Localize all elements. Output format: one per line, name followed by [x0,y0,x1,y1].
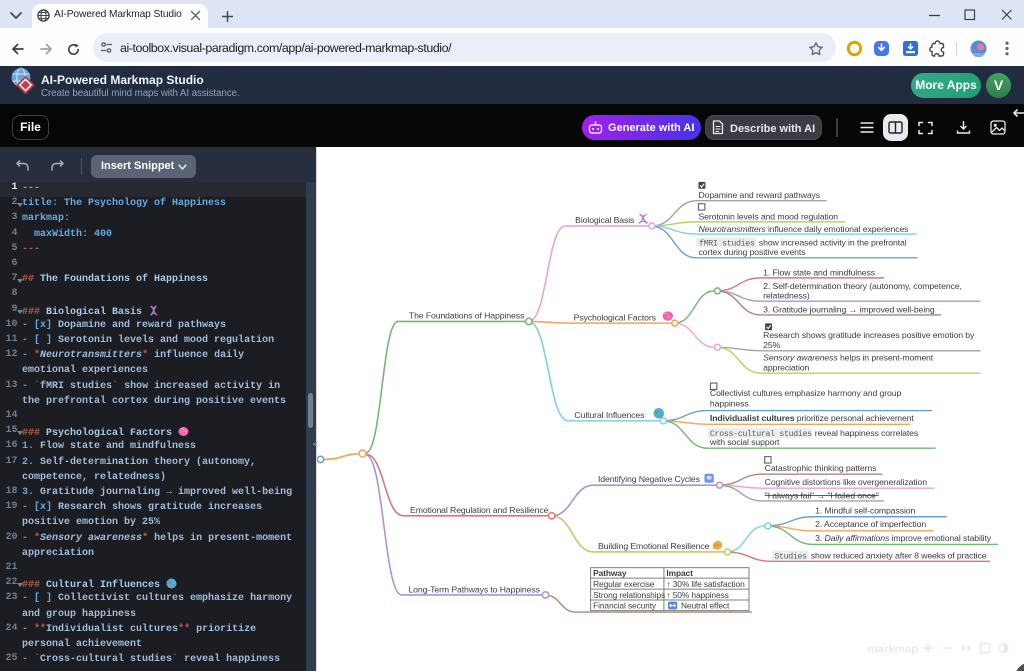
svg-text:Psychological Factors: Psychological Factors [574,312,657,322]
svg-text:happiness: happiness [710,398,749,408]
svg-text:Neurotransmitters influence da: Neurotransmitters influence daily emotio… [698,224,909,234]
svg-text:Identifying Negative Cycles: Identifying Negative Cycles [598,474,701,484]
svg-text:1. Flow state and mindfulness: 1. Flow state and mindfulness [763,267,876,277]
svg-text:Catastrophic thinking patterns: Catastrophic thinking patterns [765,463,877,473]
svg-text:Impact: Impact [666,568,693,578]
svg-text:Dopamine and reward pathways: Dopamine and reward pathways [698,190,820,200]
svg-text:relatedness): relatedness) [763,290,810,300]
svg-text:Neutral effect: Neutral effect [681,601,730,611]
svg-text:1. Mindful self-compassion: 1. Mindful self-compassion [815,506,915,516]
svg-text:25%: 25% [763,340,780,350]
svg-text:3. Gratitude journaling → impr: 3. Gratitude journaling → improved well-… [763,304,935,314]
svg-text:↑ 50% happiness: ↑ 50% happiness [666,590,728,600]
svg-text:show increased activity in the: show increased activity in the prefronta… [759,237,907,247]
svg-text:"I always fail" → "I failed on: "I always fail" → "I failed once" [765,490,879,500]
svg-text:Strong relationships: Strong relationships [593,590,665,600]
svg-text:2. Acceptance of imperfection: 2. Acceptance of imperfection [815,519,926,529]
svg-text:↑ 30% life satisfaction: ↑ 30% life satisfaction [666,579,745,589]
svg-text:appreciation: appreciation [763,362,809,372]
svg-text:Collectivist cultures emphasiz: Collectivist cultures emphasize harmony … [710,388,902,398]
svg-text:Regular exercise: Regular exercise [593,579,655,589]
svg-text:Emotional Regulation and Resil: Emotional Regulation and Resilience [410,505,549,515]
svg-text:Financial security: Financial security [593,601,657,611]
svg-text:Building Emotional Resilience: Building Emotional Resilience [598,541,710,551]
svg-text:Individualist cultures priorit: Individualist cultures prioritize person… [710,413,914,423]
svg-text:reveal happiness correlates: reveal happiness correlates [815,428,919,438]
svg-text:Studies: Studies [774,552,807,562]
svg-text:Serotonin levels and mood regu: Serotonin levels and mood regulation [698,211,838,221]
svg-text:3. Daily affirmations improve: 3. Daily affirmations improve emotional … [815,533,992,543]
svg-text:The Foundations of Happiness: The Foundations of Happiness [409,311,525,321]
svg-text:Long-Term Pathways to Happines: Long-Term Pathways to Happiness [408,584,540,594]
svg-text:Cognitive distortions like ove: Cognitive distortions like overgeneraliz… [765,477,928,487]
svg-text:Pathway: Pathway [593,568,627,578]
svg-text:Cultural Influences: Cultural Influences [574,410,645,420]
svg-text:Research shows gratitude incre: Research shows gratitude increases posit… [763,330,975,340]
svg-text:markmap: markmap [867,643,918,655]
svg-text:Biological Basis: Biological Basis [575,215,635,225]
svg-text:Sensory awareness helps in pre: Sensory awareness helps in present-momen… [763,352,934,362]
svg-text:cortex during positive events: cortex during positive events [698,247,806,257]
svg-text:with social support: with social support [709,437,780,447]
svg-text:show reduced anxiety after 8 w: show reduced anxiety after 8 weeks of pr… [811,551,987,561]
